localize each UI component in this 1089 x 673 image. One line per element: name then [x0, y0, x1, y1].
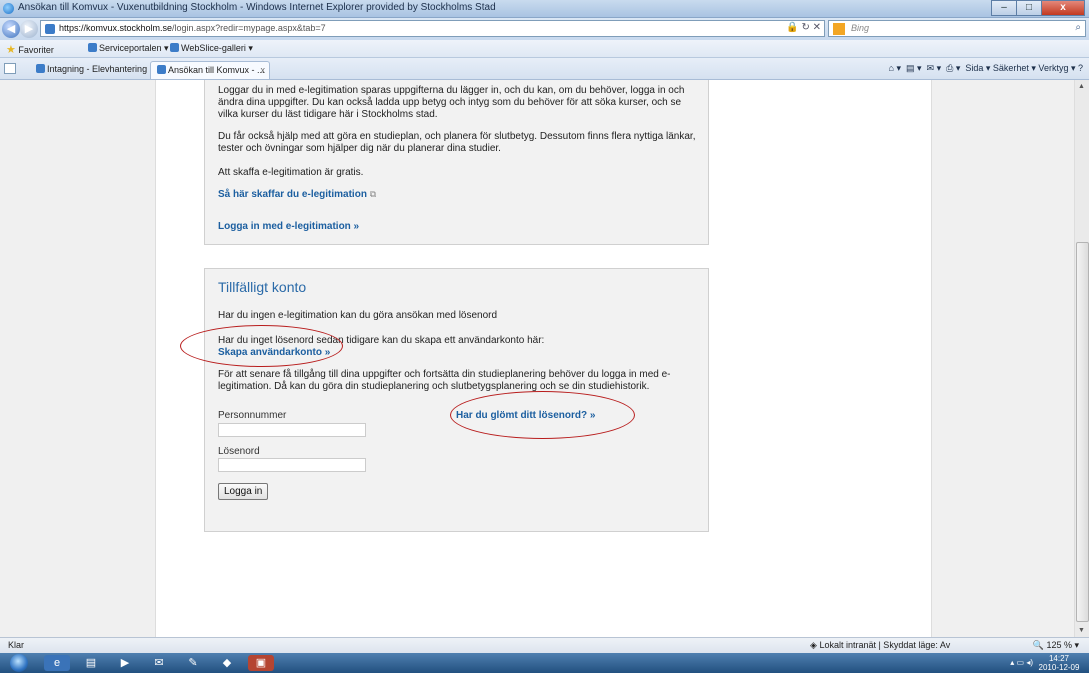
ie-taskbar-icon[interactable]: e — [44, 655, 70, 671]
personnummer-input[interactable] — [218, 423, 366, 437]
vertical-scrollbar[interactable]: ▲ ▼ — [1074, 80, 1089, 637]
tab-close-icon[interactable]: x — [261, 65, 266, 75]
search-field[interactable]: Bing ⌕ — [828, 20, 1086, 37]
tray-icons[interactable]: ▴ ▭ ◂) — [1010, 658, 1033, 667]
tab-bar: Intagning - Elevhantering Ansökan till K… — [0, 58, 1089, 80]
refresh-icon[interactable]: ↻ — [801, 22, 809, 33]
fav-serviceportalen[interactable]: Serviceportalen ▾ — [88, 43, 169, 54]
favorites-bar: ★ Favoriter Serviceportalen ▾ WebSlice-g… — [0, 40, 1089, 58]
external-link-icon: ⧉ — [369, 189, 377, 199]
window-controls: – □ x — [991, 0, 1085, 16]
eleg-paragraph-3: Att skaffa e-legitimation är gratis. — [218, 167, 364, 178]
clock[interactable]: 14:27 2010-12-09 — [1037, 654, 1081, 672]
start-button[interactable] — [10, 654, 28, 672]
app-taskbar-icon[interactable]: ✎ — [180, 655, 206, 671]
mail-icon[interactable]: ✉ ▾ — [927, 63, 942, 73]
taskbar: e ▤ ▶ ✉ ✎ ◆ ▣ ▴ ▭ ◂) 14:27 2010-12-09 — [0, 653, 1089, 673]
page-icon — [88, 43, 97, 52]
eleg-box: Loggar du in med e-legitimation sparas u… — [204, 80, 709, 245]
ie-logo-icon — [3, 3, 14, 14]
page-icon — [45, 24, 55, 34]
tab-komvux[interactable]: Ansökan till Komvux - ... x — [150, 61, 270, 79]
favorites-button[interactable]: ★ Favoriter — [6, 43, 54, 56]
page-icon — [36, 64, 45, 73]
home-icon[interactable]: ⌂ ▾ — [889, 63, 901, 73]
stop-icon[interactable]: ✕ — [813, 22, 821, 33]
close-button[interactable]: x — [1041, 0, 1085, 16]
tab-intagning[interactable]: Intagning - Elevhantering — [30, 61, 153, 79]
outlook-taskbar-icon[interactable]: ✉ — [146, 655, 172, 671]
star-icon: ★ — [6, 44, 16, 56]
minimize-button[interactable]: – — [991, 0, 1017, 16]
password-input[interactable] — [218, 458, 366, 472]
eleg-paragraph-1: Loggar du in med e-legitimation sparas u… — [218, 85, 685, 120]
address-field[interactable]: https://komvux.stockholm.se/login.aspx?r… — [40, 20, 825, 37]
command-bar[interactable]: ⌂ ▾ ▤ ▾ ✉ ▾ ⎙ ▾ Sida ▾ Säkerhet ▾ Verkty… — [889, 63, 1083, 74]
window-title: Ansökan till Komvux - Vuxenutbildning St… — [18, 2, 496, 13]
status-bar: Klar ◈ Lokalt intranät | Skyddat läge: A… — [0, 637, 1089, 653]
quick-tabs-icon[interactable] — [4, 63, 16, 74]
eleg-paragraph-2: Du får också hjälp med att göra en studi… — [218, 131, 696, 154]
no-eleg-text: Har du ingen e-legitimation kan du göra … — [218, 310, 498, 321]
address-actions: 🔒 ↻ ✕ — [786, 22, 821, 33]
annotation-ellipse-create-account — [180, 325, 343, 367]
security-zone[interactable]: ◈ Lokalt intranät | Skyddat läge: Av — [810, 640, 950, 651]
page-viewport: Loggar du in med e-legitimation sparas u… — [0, 80, 1074, 637]
paint-taskbar-icon[interactable]: ◆ — [214, 655, 240, 671]
clock-time: 14:27 — [1048, 654, 1070, 663]
clock-date: 2010-12-09 — [1038, 663, 1080, 672]
forward-button[interactable]: ▶ — [20, 20, 38, 38]
page-icon — [170, 43, 179, 52]
temp-account-heading: Tillfälligt konto — [218, 279, 307, 295]
search-icon[interactable]: ⌕ — [1075, 22, 1081, 33]
media-taskbar-icon[interactable]: ▶ — [112, 655, 138, 671]
zoom-control[interactable]: 🔍 125 % ▾ — [1033, 640, 1079, 651]
powerpoint-taskbar-icon[interactable]: ▣ — [248, 655, 274, 671]
fav-webslice[interactable]: WebSlice-galleri ▾ — [170, 43, 253, 54]
how-to-get-eleg-link[interactable]: Så här skaffar du e-legitimation ⧉ — [218, 189, 376, 200]
page-content: Loggar du in med e-legitimation sparas u… — [155, 80, 932, 637]
search-placeholder: Bing — [851, 23, 870, 33]
maximize-button[interactable]: □ — [1016, 0, 1042, 16]
zoom-icon: 🔍 — [1032, 640, 1044, 650]
window-titlebar: Ansökan till Komvux - Vuxenutbildning St… — [0, 0, 1089, 18]
explorer-taskbar-icon[interactable]: ▤ — [78, 655, 104, 671]
annotation-ellipse-forgot-password — [450, 391, 635, 439]
command-menus[interactable]: Sida ▾ Säkerhet ▾ Verktyg ▾ — [965, 63, 1075, 73]
scroll-thumb[interactable] — [1076, 242, 1089, 622]
lock-icon[interactable]: 🔒 — [786, 22, 798, 33]
later-access-text: För att senare få tillgång till dina upp… — [218, 369, 671, 392]
address-toolbar: ◀ ▶ https://komvux.stockholm.se/login.as… — [0, 18, 1089, 40]
print-icon[interactable]: ⎙ ▾ — [946, 63, 960, 73]
password-label: Lösenord — [218, 446, 260, 457]
help-icon[interactable]: ? — [1078, 63, 1083, 73]
url-text: https://komvux.stockholm.se/login.aspx?r… — [59, 23, 326, 33]
eleg-login-link[interactable]: Logga in med e-legitimation » — [218, 221, 359, 232]
scroll-up-icon[interactable]: ▲ — [1078, 83, 1085, 90]
back-button[interactable]: ◀ — [2, 20, 20, 38]
feeds-icon[interactable]: ▤ ▾ — [906, 63, 922, 73]
personnummer-label: Personnummer — [218, 410, 287, 421]
status-text: Klar — [8, 640, 25, 650]
login-button[interactable]: Logga in — [218, 483, 269, 500]
page-icon — [157, 65, 166, 74]
temp-account-box: Tillfälligt konto Har du ingen e-legitim… — [204, 268, 709, 532]
intranet-icon: ◈ — [810, 640, 817, 650]
scroll-down-icon[interactable]: ▼ — [1078, 627, 1085, 634]
bing-icon — [833, 23, 845, 35]
